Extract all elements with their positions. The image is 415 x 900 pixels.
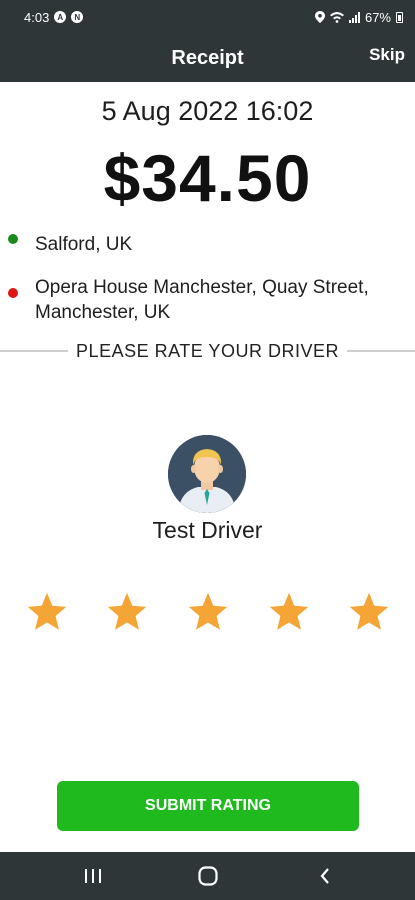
star-1-icon[interactable]	[25, 590, 69, 634]
star-5-icon[interactable]	[347, 590, 391, 634]
star-3-icon[interactable]	[186, 590, 230, 634]
star-rating	[0, 590, 415, 636]
app-bar: Receipt Skip	[0, 34, 415, 82]
pickup-address: Salford, UK	[35, 234, 133, 255]
divider-line-left	[0, 350, 69, 352]
wifi-icon	[329, 12, 344, 23]
page-title: Receipt	[171, 47, 244, 69]
dropoff-dot-icon	[8, 288, 18, 298]
rate-driver-heading: PLEASE RATE YOUR DRIVER	[76, 340, 339, 361]
submit-rating-button[interactable]: SUBMIT RATING	[57, 781, 359, 831]
battery-percent: 67%	[364, 9, 391, 25]
star-4-icon[interactable]	[267, 590, 311, 634]
a-icon: A	[54, 11, 67, 23]
divider-line-right	[346, 350, 415, 352]
status-time: 4:03	[24, 9, 50, 25]
location-icon	[314, 11, 325, 23]
home-icon[interactable]	[193, 864, 223, 888]
skip-button[interactable]: Skip	[369, 45, 405, 65]
signal-icon	[348, 11, 360, 23]
fare-amount: $34.50	[103, 141, 312, 215]
n-icon: N	[71, 11, 84, 23]
status-left: 4:03 A N	[24, 9, 84, 25]
navigation-bar	[0, 852, 415, 900]
driver-avatar	[168, 435, 246, 513]
dropoff-address: Opera House Manchester, Quay Street, Man…	[35, 277, 369, 323]
pickup-dot-icon	[8, 234, 18, 244]
status-bar: 4:03 A N 67%	[0, 0, 415, 34]
status-right: 67%	[314, 9, 403, 25]
star-2-icon[interactable]	[105, 590, 149, 634]
battery-icon	[396, 11, 403, 23]
back-icon[interactable]	[310, 864, 340, 888]
receipt-date: 5 Aug 2022 16:02	[101, 96, 314, 126]
driver-name: Test Driver	[152, 517, 263, 543]
rate-driver-divider: PLEASE RATE YOUR DRIVER	[0, 338, 415, 364]
recent-apps-icon[interactable]	[78, 864, 108, 888]
driver-avatar-icon	[168, 435, 246, 513]
